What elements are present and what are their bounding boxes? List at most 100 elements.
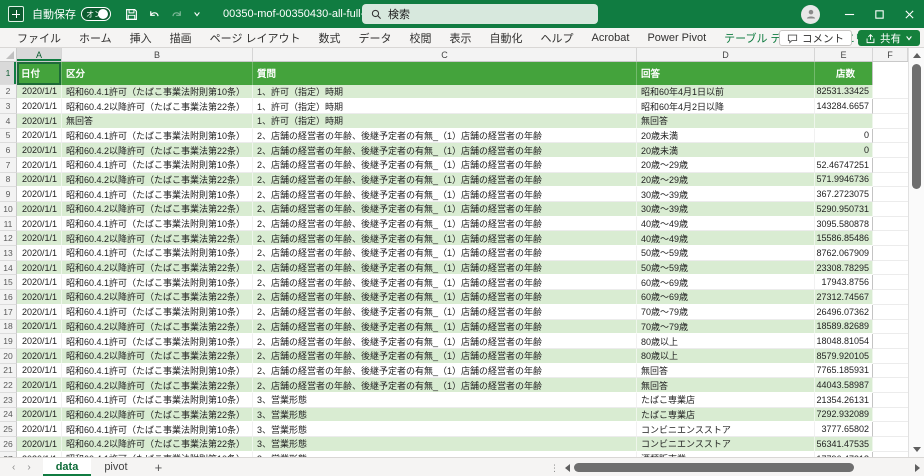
cell-B26[interactable]: 昭和60.4.2以降許可（たばこ事業法第22条） (62, 437, 253, 452)
cell-F24[interactable] (873, 408, 908, 423)
cell-F2[interactable] (873, 85, 908, 100)
cell-B7[interactable]: 昭和60.4.1許可（たばこ事業法附則第10条） (62, 158, 253, 173)
cell-F19[interactable] (873, 334, 908, 349)
cell-B20[interactable]: 昭和60.4.2以降許可（たばこ事業法第22条） (62, 349, 253, 364)
add-sheet-button[interactable]: + (155, 460, 163, 475)
cell-D16[interactable]: 60歳～69歳 (637, 290, 815, 305)
cell-C6[interactable]: 2、店舗の経営者の年齢、後継予定者の有無_（1）店舗の経営者の年齢 (253, 143, 637, 158)
cell-F1[interactable] (873, 62, 908, 85)
cell-D4[interactable]: 無回答 (637, 114, 815, 129)
minimize-button[interactable] (834, 0, 864, 28)
cell-C23[interactable]: 3、営業形態 (253, 393, 637, 408)
cell-B14[interactable]: 昭和60.4.2以降許可（たばこ事業法第22条） (62, 261, 253, 276)
cell-C25[interactable]: 3、営業形態 (253, 422, 637, 437)
column-header-C[interactable]: C (253, 48, 637, 61)
redo-icon[interactable] (170, 8, 184, 21)
cell-D14[interactable]: 50歳～59歳 (637, 261, 815, 276)
cell-A5[interactable]: 2020/1/1 (17, 129, 62, 144)
sheet-nav-left-icon[interactable]: ‹ (12, 462, 15, 473)
sheet-nav-right-icon[interactable]: › (27, 462, 30, 473)
cell-D8[interactable]: 20歳～29歳 (637, 173, 815, 188)
cell-B11[interactable]: 昭和60.4.1許可（たばこ事業法附則第10条） (62, 217, 253, 232)
cell-C3[interactable]: 1、許可（指定）時期 (253, 99, 637, 114)
maximize-button[interactable] (864, 0, 894, 28)
cell-E14[interactable]: 23308.78295 (815, 261, 873, 276)
cell-D12[interactable]: 40歳～49歳 (637, 231, 815, 246)
row-number-25[interactable]: 25 (0, 422, 17, 437)
ribbon-tab-automate[interactable]: 自動化 (481, 28, 532, 47)
row-number-10[interactable]: 10 (0, 202, 17, 217)
row-number-5[interactable]: 5 (0, 129, 17, 144)
ribbon-tab-data[interactable]: データ (350, 28, 401, 47)
row-number-1[interactable]: 1 (0, 62, 17, 85)
cell-D20[interactable]: 80歳以上 (637, 349, 815, 364)
row-number-21[interactable]: 21 (0, 364, 17, 379)
cell-C5[interactable]: 2、店舗の経営者の年齢、後継予定者の有無_（1）店舗の経営者の年齢 (253, 129, 637, 144)
comments-button[interactable]: コメント (779, 30, 852, 46)
cell-D2[interactable]: 昭和60年4月1日以前 (637, 85, 815, 100)
cell-C22[interactable]: 2、店舗の経営者の年齢、後継予定者の有無_（1）店舗の経営者の年齢 (253, 378, 637, 393)
customize-qat-chevron-icon[interactable] (193, 10, 201, 18)
cell-F7[interactable] (873, 158, 908, 173)
cell-A10[interactable]: 2020/1/1 (17, 202, 62, 217)
row-number-23[interactable]: 23 (0, 393, 17, 408)
cell-D3[interactable]: 昭和60年4月2日以降 (637, 99, 815, 114)
ribbon-tab-insert[interactable]: 挿入 (121, 28, 161, 47)
cell-F3[interactable] (873, 99, 908, 114)
cell-E15[interactable]: 17943.8756 (815, 275, 873, 290)
cell-D19[interactable]: 80歳以上 (637, 334, 815, 349)
cell-D24[interactable]: たばこ専業店 (637, 408, 815, 423)
cell-A16[interactable]: 2020/1/1 (17, 290, 62, 305)
cell-C12[interactable]: 2、店舗の経営者の年齢、後継予定者の有無_（1）店舗の経営者の年齢 (253, 231, 637, 246)
cell-E19[interactable]: 18048.81054 (815, 334, 873, 349)
cell-F13[interactable] (873, 246, 908, 261)
row-number-14[interactable]: 14 (0, 261, 17, 276)
row-number-13[interactable]: 13 (0, 246, 17, 261)
cell-F23[interactable] (873, 393, 908, 408)
cell-B13[interactable]: 昭和60.4.1許可（たばこ事業法附則第10条） (62, 246, 253, 261)
cell-F16[interactable] (873, 290, 908, 305)
cell-D22[interactable]: 無回答 (637, 378, 815, 393)
cell-B19[interactable]: 昭和60.4.1許可（たばこ事業法附則第10条） (62, 334, 253, 349)
cell-B22[interactable]: 昭和60.4.2以降許可（たばこ事業法第22条） (62, 378, 253, 393)
row-number-9[interactable]: 9 (0, 187, 17, 202)
cell-A6[interactable]: 2020/1/1 (17, 143, 62, 158)
cell-C15[interactable]: 2、店舗の経営者の年齢、後継予定者の有無_（1）店舗の経営者の年齢 (253, 275, 637, 290)
row-number-15[interactable]: 15 (0, 275, 17, 290)
cell-D5[interactable]: 20歳未満 (637, 129, 815, 144)
cell-C2[interactable]: 1、許可（指定）時期 (253, 85, 637, 100)
share-button[interactable]: 共有 (858, 30, 920, 46)
cell-D11[interactable]: 40歳～49歳 (637, 217, 815, 232)
cell-E18[interactable]: 18589.82689 (815, 320, 873, 335)
horizontal-scroll-thumb[interactable] (574, 463, 854, 472)
cell-E21[interactable]: 7765.185931 (815, 364, 873, 379)
cell-F10[interactable] (873, 202, 908, 217)
cell-B12[interactable]: 昭和60.4.2以降許可（たばこ事業法第22条） (62, 231, 253, 246)
cell-C26[interactable]: 3、営業形態 (253, 437, 637, 452)
cell-C1[interactable]: 質問 (253, 62, 637, 85)
row-number-16[interactable]: 16 (0, 290, 17, 305)
cell-C19[interactable]: 2、店舗の経営者の年齢、後継予定者の有無_（1）店舗の経営者の年齢 (253, 334, 637, 349)
column-header-B[interactable]: B (62, 48, 253, 61)
cell-D17[interactable]: 70歳～79歳 (637, 305, 815, 320)
cell-C20[interactable]: 2、店舗の経営者の年齢、後継予定者の有無_（1）店舗の経営者の年齢 (253, 349, 637, 364)
row-number-26[interactable]: 26 (0, 437, 17, 452)
cell-E17[interactable]: 26496.07362 (815, 305, 873, 320)
cell-F11[interactable] (873, 217, 908, 232)
cell-F14[interactable] (873, 261, 908, 276)
cell-A7[interactable]: 2020/1/1 (17, 158, 62, 173)
cell-D13[interactable]: 50歳～59歳 (637, 246, 815, 261)
cell-A23[interactable]: 2020/1/1 (17, 393, 62, 408)
cell-A3[interactable]: 2020/1/1 (17, 99, 62, 114)
vertical-scrollbar[interactable] (908, 48, 924, 457)
cell-F26[interactable] (873, 437, 908, 452)
autosave-toggle[interactable]: オン (81, 7, 111, 21)
cell-F4[interactable] (873, 114, 908, 129)
cell-C11[interactable]: 2、店舗の経営者の年齢、後継予定者の有無_（1）店舗の経営者の年齢 (253, 217, 637, 232)
cell-E23[interactable]: 21354.26131 (815, 393, 873, 408)
ribbon-tab-help[interactable]: ヘルプ (532, 28, 583, 47)
cell-B4[interactable]: 無回答 (62, 114, 253, 129)
cell-F20[interactable] (873, 349, 908, 364)
row-number-11[interactable]: 11 (0, 217, 17, 232)
cell-D7[interactable]: 20歳～29歳 (637, 158, 815, 173)
